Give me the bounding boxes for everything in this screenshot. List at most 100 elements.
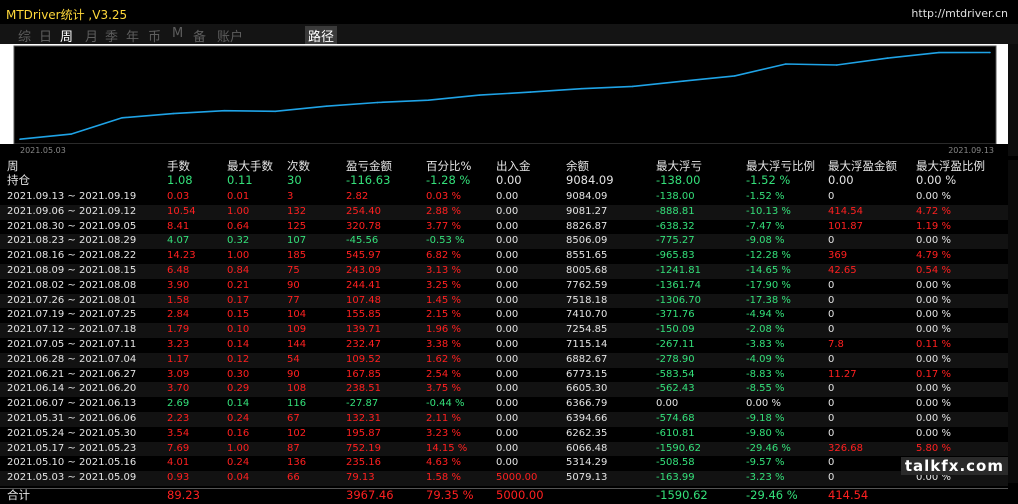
table-cell: 108	[287, 383, 307, 395]
tab-7[interactable]: M	[172, 26, 183, 41]
table-cell: -8.55 %	[746, 383, 785, 395]
table-cell: 2.82	[346, 191, 369, 202]
table-cell: 0	[828, 398, 835, 410]
table-cell: -9.18 %	[746, 413, 785, 424]
table-row: 2021.05.17 ~ 2021.05.23 7.69 1.00 87 752.19 1…	[0, 441, 1008, 457]
table-cell: 30	[287, 173, 302, 187]
table-cell: -27.87	[346, 398, 379, 410]
week-range: 2021.06.28 ~ 2021.07.04	[7, 353, 137, 365]
table-cell: -29.46 %	[746, 442, 791, 454]
table-scrollbar[interactable]	[1008, 160, 1018, 483]
table-row: 2021.09.06 ~ 2021.09.12 10.54 1.00 132 254.4…	[0, 204, 1008, 220]
week-range: 2021.08.16 ~ 2021.08.22	[7, 250, 137, 262]
tab-4[interactable]: 季	[105, 26, 118, 45]
table-cell: -574.68	[656, 413, 695, 424]
table-cell: 369	[828, 250, 848, 262]
table-cell: -508.58	[656, 457, 695, 469]
table-cell: 8506.09	[566, 235, 608, 247]
tab-1[interactable]: 日	[39, 26, 52, 45]
table-cell: 109.52	[346, 353, 381, 365]
table-cell: 0.00 %	[916, 279, 951, 291]
table-cell: 79.13	[346, 472, 375, 484]
table-cell: 238.51	[346, 383, 381, 395]
table-cell: 0.14	[227, 398, 250, 410]
table-row: 2021.06.14 ~ 2021.06.20 3.70 0.29 108 238.51…	[0, 382, 1008, 398]
table-cell: 0.00	[496, 309, 519, 321]
table-cell: 3	[287, 191, 294, 202]
table-cell: 0.00	[496, 457, 519, 469]
table-cell: -610.81	[656, 427, 695, 439]
tab-9[interactable]: 账户	[217, 26, 243, 45]
table-cell: -9.80 %	[746, 427, 785, 439]
table-cell: 0	[828, 427, 835, 439]
holding-row: 持仓 1.08 0.11 30 -116.63 -1.28 % 0.00 9084.09 -13…	[0, 174, 1008, 189]
tab-5[interactable]: 年	[126, 26, 139, 45]
week-range: 2021.08.30 ~ 2021.09.05	[7, 220, 137, 232]
tab-3[interactable]: 月	[85, 26, 98, 45]
table-cell: 4.63 %	[426, 457, 461, 469]
table-cell: 235.16	[346, 457, 381, 469]
table-row: 2021.07.26 ~ 2021.08.01 1.58 0.17 77 107.48 1…	[0, 293, 1008, 309]
table-cell: 414.54	[828, 205, 863, 217]
table-cell: 6.48	[167, 265, 190, 276]
tab-10[interactable]: 路径	[305, 26, 338, 45]
equity-point	[376, 101, 379, 104]
table-cell: 0.00 %	[916, 173, 957, 187]
table-cell: -1590.62	[656, 488, 708, 502]
site-url-link[interactable]: http://mtdriver.cn	[911, 7, 1008, 20]
table-cell: 1.62 %	[426, 353, 461, 365]
table-cell: -2.08 %	[746, 324, 785, 336]
table-cell: 6882.67	[566, 353, 608, 365]
table-cell: 2.54 %	[426, 368, 461, 380]
table-cell: 5314.29	[566, 457, 608, 469]
table-cell: -4.94 %	[746, 309, 785, 321]
table-cell: 14.23	[167, 250, 196, 262]
table-cell: 0.00	[496, 279, 519, 291]
table-cell: 1.79	[167, 324, 190, 336]
table-cell: 0	[828, 235, 835, 247]
table-cell: -583.54	[656, 368, 695, 380]
table-cell: 102	[287, 427, 307, 439]
week-range: 2021.07.05 ~ 2021.07.11	[7, 339, 137, 350]
equity-point	[223, 109, 226, 112]
x-start-label: 2021.05.03	[20, 146, 66, 155]
table-cell: 0.03	[167, 191, 190, 202]
table-cell: 107.48	[346, 294, 381, 306]
table-cell: 0.21	[227, 279, 250, 291]
table-cell: 0.00 %	[746, 398, 781, 410]
tab-8[interactable]: 备	[193, 26, 206, 45]
table-cell: 0.00	[656, 398, 679, 410]
table-cell: 0.00	[496, 250, 519, 262]
table-cell: 0.00	[496, 353, 519, 365]
tab-0[interactable]: 综	[18, 26, 31, 45]
chart-scrollbar[interactable]	[1008, 44, 1018, 156]
table-cell: 4.07	[167, 235, 190, 247]
tab-6[interactable]: 币	[148, 26, 161, 45]
table-row: 2021.06.07 ~ 2021.06.13 2.69 0.14 116 -27.87…	[0, 397, 1008, 412]
table-cell: 244.41	[346, 279, 381, 291]
column-header: 手数	[167, 159, 190, 173]
table-cell: 3.90	[167, 279, 190, 291]
table-row: 2021.05.03 ~ 2021.05.09 0.93 0.04 66 79.13 1.…	[0, 471, 1008, 486]
table-cell: -1241.81	[656, 265, 701, 276]
equity-chart-svg: 2021.05.03 2021.09.13	[0, 45, 1008, 156]
week-range: 2021.07.12 ~ 2021.07.18	[7, 324, 137, 336]
table-cell: 42.65	[828, 265, 857, 276]
table-cell: 5079.13	[566, 472, 608, 484]
table-cell: 132	[287, 205, 307, 217]
table-cell: 0.93	[167, 472, 190, 484]
table-cell: 101.87	[828, 220, 863, 232]
week-range: 2021.05.24 ~ 2021.05.30	[7, 427, 137, 439]
equity-point	[682, 80, 685, 82]
table-cell: 0	[828, 279, 835, 291]
table-cell: 0	[828, 413, 835, 424]
total-row: 合计 89.23 3967.46 79.35 % 5000.00 -1590.62 -29.…	[0, 488, 1008, 504]
table-cell: 0.00	[496, 205, 519, 217]
table-cell: 6066.48	[566, 442, 608, 454]
table-cell: 107	[287, 235, 307, 247]
table-row: 2021.07.19 ~ 2021.07.25 2.84 0.15 104 155.85…	[0, 308, 1008, 323]
table-cell: -4.09 %	[746, 353, 785, 365]
table-row: 2021.08.30 ~ 2021.09.05 8.41 0.64 125 320.78…	[0, 220, 1008, 235]
tab-2[interactable]: 周	[60, 26, 73, 45]
table-cell: 109	[287, 324, 307, 336]
